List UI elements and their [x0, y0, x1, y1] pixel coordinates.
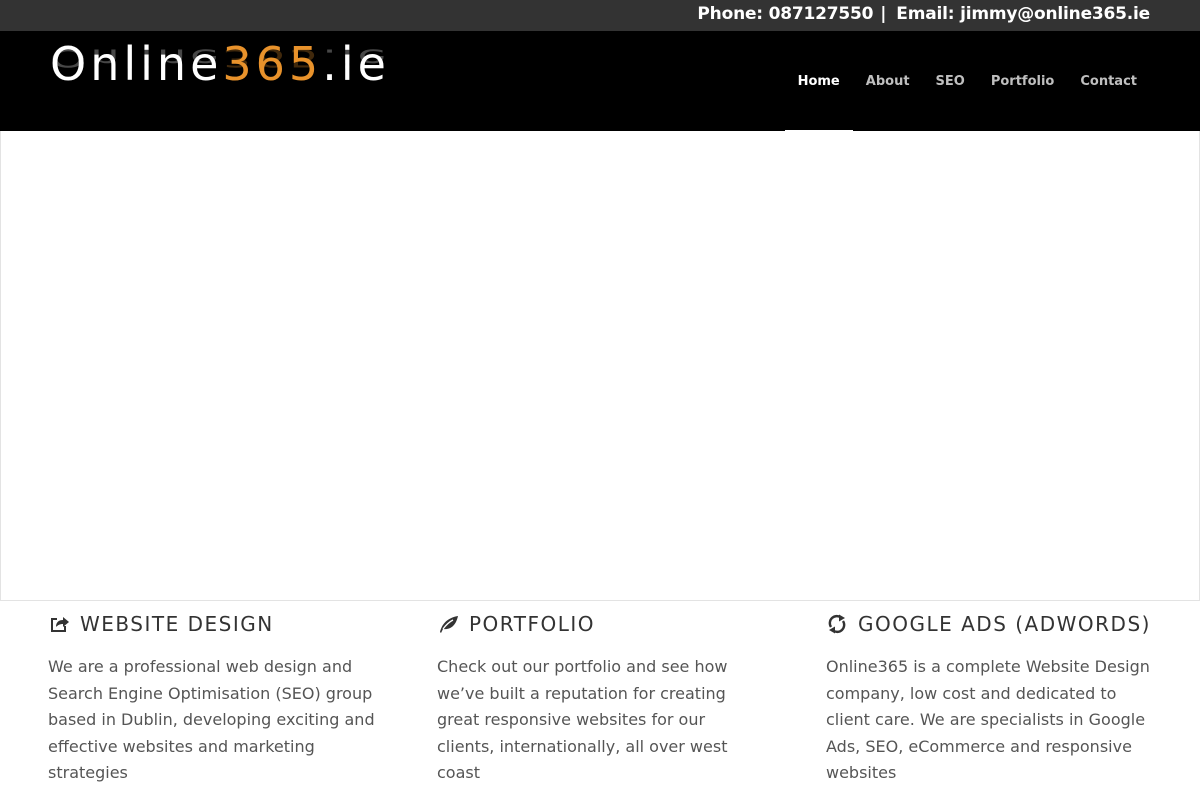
nav-item-contact[interactable]: Contact [1067, 31, 1150, 131]
contact-info: Phone: 087127550 | Email: jimmy@online365.… [697, 4, 1150, 24]
logo-reflection: Online365.ie [50, 43, 390, 73]
feature-title-text: PORTFOLIO [469, 612, 595, 636]
feature-title-text: GOOGLE ADS (ADWORDS) [858, 612, 1151, 636]
refresh-icon [826, 613, 848, 635]
nav-item-portfolio[interactable]: Portfolio [978, 31, 1068, 131]
nav-item-about[interactable]: About [853, 31, 923, 131]
feature-google-ads: GOOGLE ADS (ADWORDS) Online365 is a comp… [826, 610, 1156, 787]
feature-portfolio: PORTFOLIO Check out our portfolio and se… [437, 610, 767, 787]
email-link[interactable]: Email: jimmy@online365.ie [896, 4, 1150, 24]
feature-title: PORTFOLIO [437, 610, 767, 638]
feature-title: WEBSITE DESIGN [48, 610, 378, 638]
top-contact-bar: Phone: 087127550 | Email: jimmy@online365.… [0, 0, 1200, 31]
site-header: Online365.ie Online365.ie Home About SEO… [0, 31, 1200, 132]
feature-title-text: WEBSITE DESIGN [80, 612, 274, 636]
hero-slider-area [0, 131, 1200, 601]
site-logo[interactable]: Online365.ie Online365.ie [50, 37, 430, 117]
nav-item-seo[interactable]: SEO [923, 31, 978, 131]
share-icon [48, 613, 70, 635]
nav-item-home[interactable]: Home [784, 31, 853, 132]
feature-description: Online365 is a complete Website Design c… [826, 657, 1150, 782]
feature-title: GOOGLE ADS (ADWORDS) [826, 610, 1156, 638]
contact-separator: | [880, 4, 887, 24]
main-nav: Home About SEO Portfolio Contact [784, 31, 1150, 132]
phone-link[interactable]: Phone: 087127550 [697, 4, 873, 24]
feature-description: Check out our portfolio and see how we’v… [437, 657, 728, 782]
leaf-icon [437, 613, 459, 635]
feature-website-design: WEBSITE DESIGN We are a professional web… [48, 610, 378, 787]
feature-description: We are a professional web design and Sea… [48, 657, 375, 782]
